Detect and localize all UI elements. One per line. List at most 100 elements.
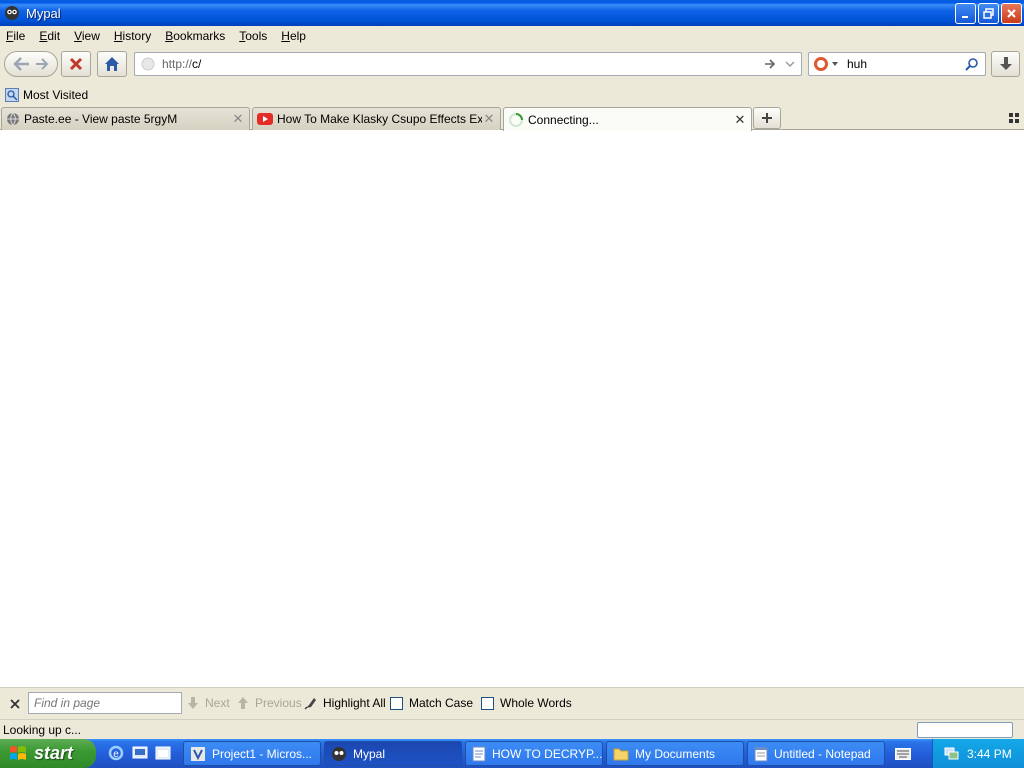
task-my-documents[interactable]: My Documents: [606, 741, 744, 766]
up-arrow-icon: [238, 697, 248, 709]
minimize-icon: [962, 16, 968, 18]
minimize-button[interactable]: [955, 3, 976, 24]
mypal-task-icon: [332, 746, 346, 761]
tab-youtube[interactable]: How To Make Klasky Csupo Effects Exten..…: [252, 107, 501, 130]
tab-close-icon[interactable]: ✕: [482, 112, 496, 126]
status-bar: Looking up c...: [0, 719, 1024, 739]
match-case-label: Match Case: [409, 696, 474, 710]
url-prefix: http://: [162, 57, 193, 71]
close-window-button[interactable]: [1001, 3, 1022, 24]
internet-explorer-quicklaunch-icon[interactable]: e: [108, 745, 124, 761]
url-bar[interactable]: http://c/: [134, 52, 802, 76]
menu-edit[interactable]: Edit: [33, 29, 66, 43]
whole-words-checkbox[interactable]: Whole Words: [481, 696, 572, 710]
system-tray: 3:44 PM: [932, 739, 1024, 768]
tab-groups-icon[interactable]: [1009, 113, 1019, 123]
plus-icon: [762, 113, 772, 123]
task-notepad[interactable]: Untitled - Notepad: [747, 741, 885, 766]
find-in-page-input[interactable]: [28, 692, 182, 714]
task-project1[interactable]: Project1 - Micros...: [183, 741, 321, 766]
close-icon: [1007, 9, 1016, 18]
globe-favicon-icon: [7, 112, 19, 126]
clock[interactable]: 3:44 PM: [967, 747, 1012, 761]
task-how-to-decrypt[interactable]: HOW TO DECRYP...: [465, 741, 603, 766]
match-case-checkbox[interactable]: Match Case: [390, 696, 473, 710]
find-next-label: Next: [205, 696, 230, 710]
tab-connecting[interactable]: Connecting... ✕: [503, 107, 752, 131]
go-arrow-icon[interactable]: [763, 57, 777, 71]
window-title: Mypal: [26, 5, 61, 21]
most-visited-link[interactable]: Most Visited: [23, 88, 88, 102]
tab-strip: Paste.ee - View paste 5rgyM ✕ How To Mak…: [0, 106, 1024, 131]
task-label: Untitled - Notepad: [774, 746, 871, 761]
back-forward-group: [4, 51, 58, 77]
windows-flag-icon: [10, 745, 26, 760]
highlight-all-button[interactable]: Highlight All: [304, 696, 386, 710]
find-next-button[interactable]: Next: [187, 696, 230, 710]
taskbar: start e Project1 - Micros... Mypal HOW T…: [0, 739, 1024, 768]
close-findbar-icon[interactable]: [10, 699, 20, 709]
task-label: My Documents: [635, 746, 716, 761]
find-previous-label: Previous: [255, 696, 302, 710]
menu-view[interactable]: View: [68, 29, 106, 43]
find-bar: Next Previous Highlight All Match Case W…: [0, 687, 1024, 719]
search-icon[interactable]: [965, 57, 979, 71]
restore-button[interactable]: [978, 3, 999, 24]
start-label: start: [34, 743, 74, 763]
whole-words-box[interactable]: [481, 696, 494, 710]
search-input-value: huh: [847, 57, 868, 71]
download-arrow-icon: [999, 57, 1012, 70]
menu-history[interactable]: History: [108, 29, 157, 43]
youtube-favicon-icon: [257, 113, 273, 125]
new-tab-button[interactable]: [753, 107, 781, 129]
svg-text:e: e: [113, 749, 119, 760]
keyboard-icon[interactable]: [895, 748, 911, 760]
task-label: HOW TO DECRYP...: [491, 746, 602, 761]
tab-label: How To Make Klasky Csupo Effects Exten..…: [277, 112, 482, 126]
downloads-button[interactable]: [991, 51, 1020, 77]
tab-paste-ee[interactable]: Paste.ee - View paste 5rgyM ✕: [1, 107, 250, 130]
search-engine-dropdown-icon[interactable]: [831, 60, 839, 68]
url-dropdown-icon[interactable]: [784, 58, 796, 70]
navigation-toolbar: http://c/ huh: [0, 46, 1024, 84]
menu-bar: File Edit View History Bookmarks Tools H…: [0, 26, 1024, 46]
document-icon: [472, 746, 486, 761]
url-host: c/: [192, 57, 202, 71]
stop-button[interactable]: [61, 51, 91, 77]
tab-label: Connecting...: [528, 112, 599, 127]
highlighter-pen-icon: [304, 698, 316, 710]
notepad-icon: [754, 746, 768, 761]
stop-icon: [69, 57, 83, 71]
home-icon: [105, 57, 119, 71]
home-button[interactable]: [97, 51, 127, 77]
mypal-app-icon: [5, 6, 19, 20]
bookmarks-toolbar: Most Visited: [0, 84, 1024, 106]
network-tray-icon[interactable]: [943, 745, 959, 761]
start-button[interactable]: start: [0, 739, 96, 768]
show-desktop-quicklaunch-icon[interactable]: [132, 745, 148, 761]
tab-close-icon[interactable]: ✕: [231, 112, 245, 126]
menu-help[interactable]: Help: [275, 29, 312, 43]
menu-bookmarks[interactable]: Bookmarks: [159, 29, 231, 43]
menu-tools[interactable]: Tools: [233, 29, 273, 43]
loading-spinner-icon: [509, 112, 523, 127]
restore-icon: [983, 8, 994, 19]
tab-close-icon[interactable]: ✕: [733, 112, 747, 127]
tab-label: Paste.ee - View paste 5rgyM: [24, 112, 178, 126]
find-previous-button[interactable]: Previous: [237, 696, 302, 710]
duckduckgo-engine-icon[interactable]: [813, 56, 829, 72]
window-switcher-quicklaunch-icon[interactable]: [155, 745, 171, 761]
match-case-box[interactable]: [390, 696, 403, 710]
task-mypal[interactable]: Mypal: [324, 741, 462, 766]
back-arrow-icon[interactable]: [11, 55, 33, 73]
url-text: http://c/: [162, 57, 201, 71]
down-arrow-icon: [188, 697, 198, 709]
menu-file[interactable]: File: [0, 29, 31, 43]
status-progress-bar: [917, 722, 1013, 738]
page-favicon-placeholder-icon: [141, 57, 155, 71]
vb-project-icon: [191, 746, 205, 761]
forward-arrow-icon[interactable]: [33, 55, 51, 73]
page-content-area[interactable]: [0, 130, 1024, 687]
title-bar[interactable]: Mypal: [0, 0, 1024, 26]
search-bar[interactable]: huh: [808, 52, 986, 76]
